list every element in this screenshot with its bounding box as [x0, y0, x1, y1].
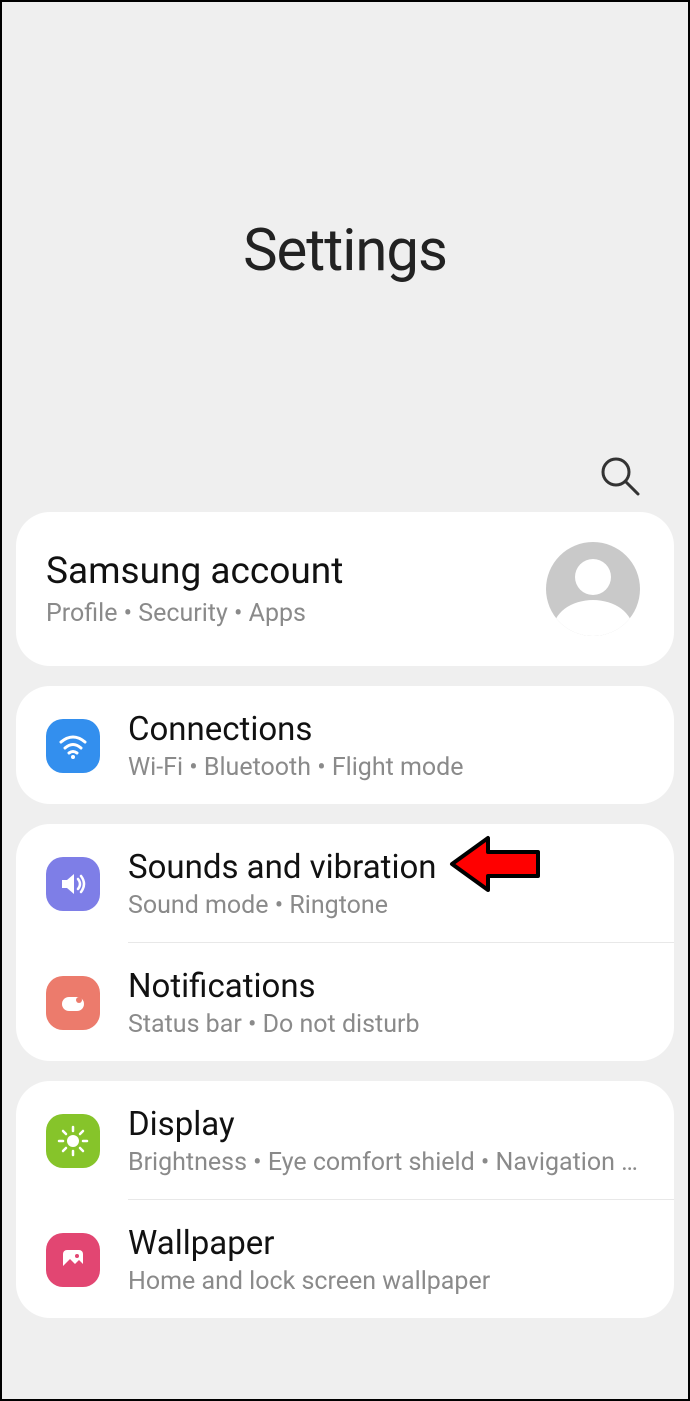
item-title: Notifications — [128, 967, 644, 1006]
item-title: Connections — [128, 710, 644, 749]
item-subtitle: Brightness • Eye comfort shield • Naviga… — [128, 1148, 644, 1177]
settings-item-connections[interactable]: Connections Wi-Fi • Bluetooth • Flight m… — [16, 686, 674, 804]
item-title: Wallpaper — [128, 1224, 644, 1263]
page-title: Settings — [2, 217, 688, 285]
account-title: Samsung account — [46, 550, 526, 593]
item-subtitle: Home and lock screen wallpaper — [128, 1267, 644, 1296]
settings-item-sounds[interactable]: Sounds and vibration Sound mode • Ringto… — [16, 824, 674, 942]
item-title: Display — [128, 1105, 644, 1144]
item-subtitle: Status bar • Do not disturb — [128, 1010, 644, 1039]
speaker-icon — [46, 857, 100, 911]
settings-header: Settings — [2, 2, 688, 512]
sun-icon — [46, 1114, 100, 1168]
bell-icon — [46, 976, 100, 1030]
item-subtitle: Wi-Fi • Bluetooth • Flight mode — [128, 753, 644, 782]
settings-item-wallpaper[interactable]: Wallpaper Home and lock screen wallpaper — [16, 1200, 674, 1318]
account-subtitle: Profile • Security • Apps — [46, 599, 526, 628]
image-icon — [46, 1233, 100, 1287]
wifi-icon — [46, 719, 100, 773]
samsung-account-item[interactable]: Samsung account Profile • Security • App… — [16, 512, 674, 666]
avatar-icon — [546, 542, 640, 636]
settings-item-notifications[interactable]: Notifications Status bar • Do not distur… — [16, 943, 674, 1061]
settings-item-display[interactable]: Display Brightness • Eye comfort shield … — [16, 1081, 674, 1199]
search-icon — [598, 454, 642, 498]
group-display-wall: Display Brightness • Eye comfort shield … — [16, 1081, 674, 1318]
group-sound-notif: Sounds and vibration Sound mode • Ringto… — [16, 824, 674, 1061]
group-connections: Connections Wi-Fi • Bluetooth • Flight m… — [16, 686, 674, 804]
search-button[interactable] — [598, 454, 642, 498]
item-subtitle: Sound mode • Ringtone — [128, 891, 644, 920]
item-title: Sounds and vibration — [128, 848, 644, 887]
account-card: Samsung account Profile • Security • App… — [16, 512, 674, 666]
